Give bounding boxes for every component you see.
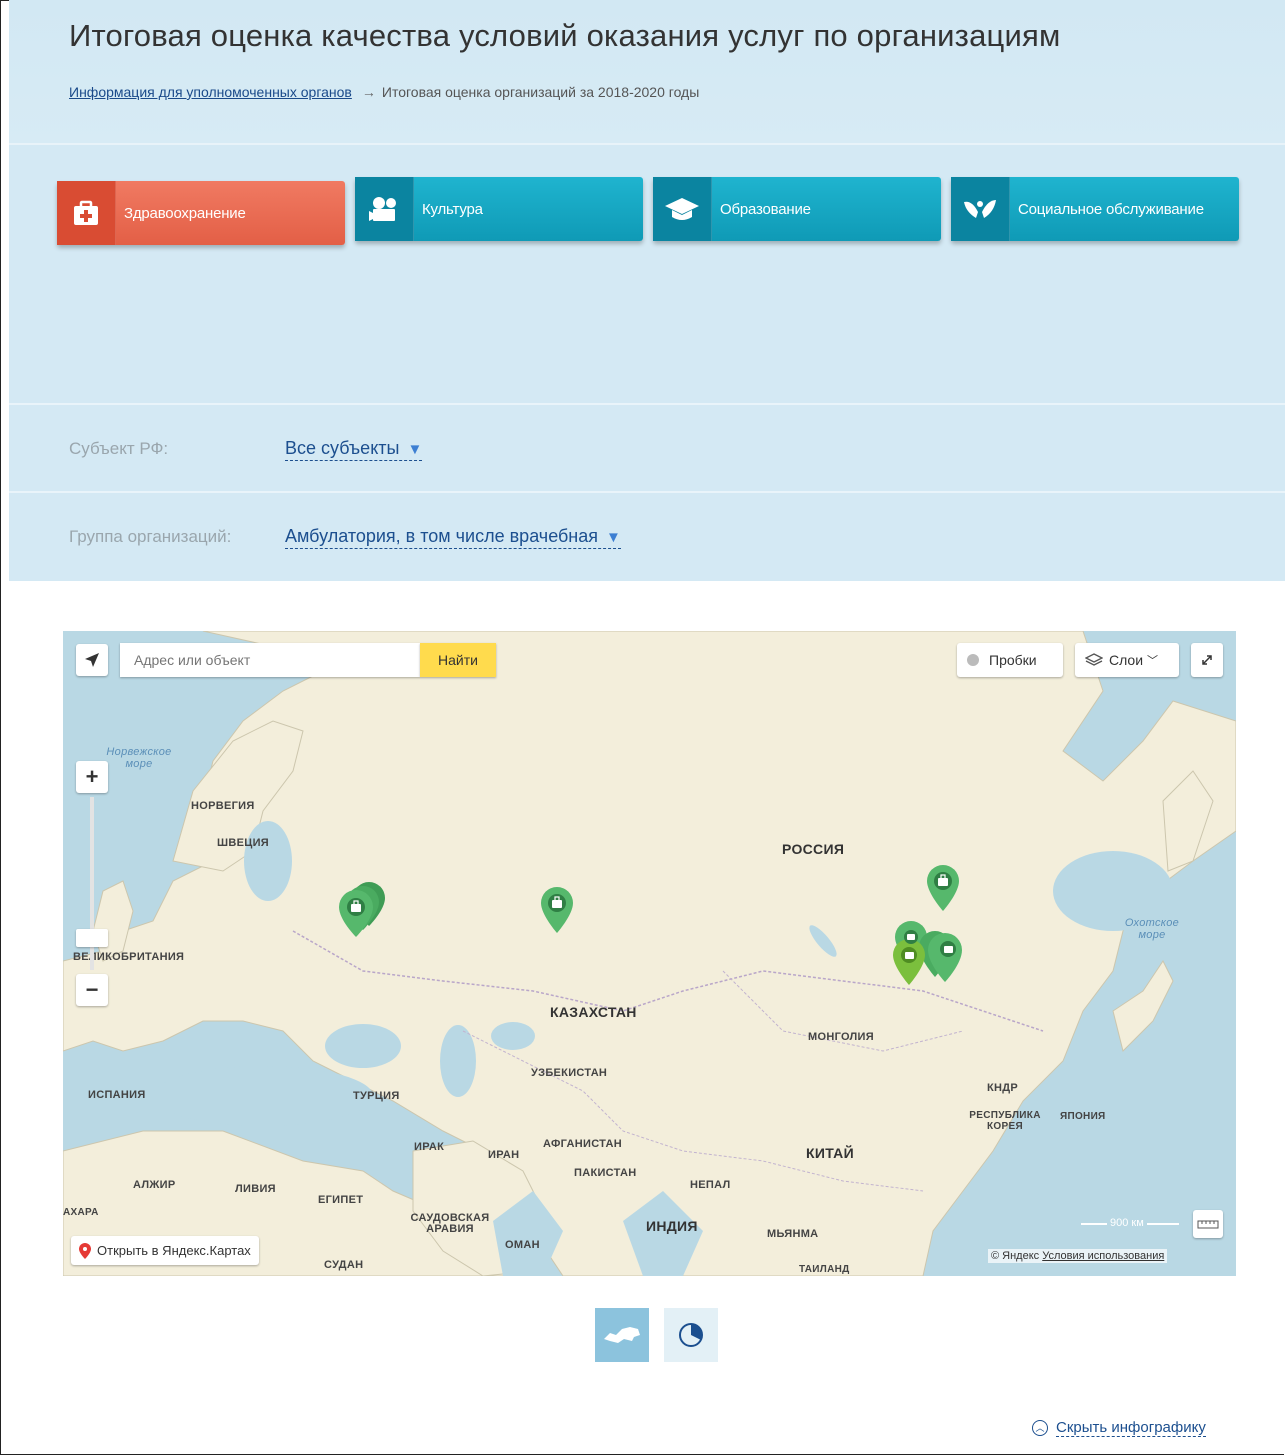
ruler-button[interactable] [1193, 1210, 1223, 1238]
fullscreen-button[interactable] [1191, 643, 1223, 677]
open-in-yandex-link[interactable]: Открыть в Яндекс.Картах [71, 1236, 259, 1265]
view-map-button[interactable] [595, 1308, 649, 1362]
map-label-russia: РОССИЯ [782, 841, 845, 857]
map-marker-volga[interactable] [539, 885, 579, 939]
map-label-china: КИТАЙ [806, 1145, 854, 1161]
layers-icon [1085, 653, 1103, 666]
map-label-nepal: НЕПАЛ [690, 1179, 731, 1191]
map-label-india: ИНДИЯ [646, 1218, 698, 1234]
map-label-iran: ИРАН [488, 1149, 520, 1161]
group-dropdown[interactable]: Амбулатория, в том числе врачебная ▼ [285, 526, 621, 549]
open-in-yandex-label: Открыть в Яндекс.Картах [97, 1243, 251, 1258]
map-label-afghanistan: АФГАНИСТАН [543, 1138, 622, 1150]
terms-link[interactable]: Условия использования [1042, 1250, 1164, 1262]
navigation-arrow-icon [85, 653, 99, 667]
expand-icon [1202, 655, 1212, 665]
map-label-egypt: ЕГИПЕТ [318, 1194, 364, 1206]
zoom-in-button[interactable]: + [76, 761, 108, 793]
traffic-button[interactable]: Пробки [957, 643, 1063, 677]
page-title: Итоговая оценка качества условий оказани… [69, 18, 1061, 53]
filter-subject-label: Субъект РФ: [69, 439, 169, 458]
layers-button[interactable]: Слои ﹀ [1075, 643, 1179, 677]
theater-camera-icon [355, 177, 414, 241]
map-label-sahara: АХАРА [63, 1207, 99, 1218]
breadcrumb: Информация для уполномоченных органов → Ит… [69, 84, 699, 100]
map-pin-icon [79, 1242, 91, 1259]
subject-value: Все субъекты [285, 438, 400, 458]
ruler-icon [1197, 1220, 1219, 1229]
sector-label: Образование [720, 200, 811, 218]
group-value: Амбулатория, в том числе врачебная [285, 526, 599, 546]
map-label-myanmar: МЬЯНМА [767, 1228, 819, 1240]
sector-panel: Здравоохранение Культура Образование Соц… [9, 145, 1285, 405]
map-label-norway: НОРВЕГИЯ [191, 800, 255, 812]
map-label-japan: ЯПОНИЯ [1060, 1111, 1106, 1122]
zoom-out-button[interactable]: − [76, 974, 108, 1006]
zoom-slider-handle[interactable] [76, 929, 108, 947]
map-label-libya: ЛИВИЯ [235, 1183, 276, 1195]
map-marker-cluster-moscow[interactable] [329, 876, 399, 946]
layers-label: Слои [1109, 652, 1144, 668]
page-header: Итоговая оценка качества условий оказани… [9, 0, 1285, 145]
pie-chart-icon [679, 1323, 703, 1347]
chevron-down-icon: ﹀ [1147, 655, 1159, 667]
medkit-icon [57, 181, 116, 245]
map-label-saudi-arabia: САУДОВСКАЯ АРАВИЯ [410, 1212, 490, 1235]
map-label-pakistan: ПАКИСТАН [574, 1167, 637, 1179]
map-label-mongolia: МОНГОЛИЯ [808, 1031, 874, 1043]
map-label-sweden: ШВЕЦИЯ [217, 837, 269, 849]
map-label-thailand: ТАИЛАНД [799, 1264, 850, 1275]
map-label-spain: ИСПАНИЯ [88, 1089, 146, 1101]
map-label-dprk: КНДР [987, 1082, 1019, 1094]
arrow-right-icon: → [361, 84, 376, 100]
breadcrumb-link[interactable]: Информация для уполномоченных органов [69, 84, 352, 100]
breadcrumb-current: Итоговая оценка организаций за 2018-2020… [381, 84, 700, 100]
geolocation-button[interactable] [76, 644, 108, 676]
caret-down-icon: ▼ [606, 529, 621, 546]
sector-button-education[interactable]: Образование [653, 177, 941, 241]
map-label-uzbekistan: УЗБЕКИСТАН [531, 1067, 608, 1079]
sector-button-health[interactable]: Здравоохранение [57, 181, 345, 245]
traffic-label: Пробки [989, 652, 1037, 668]
russia-map-icon [604, 1327, 640, 1343]
map-search-input[interactable] [120, 643, 420, 677]
map-label-turkey: ТУРЦИЯ [353, 1090, 400, 1102]
map-label-iraq: ИРАК [414, 1141, 445, 1153]
caret-down-icon: ▼ [407, 441, 423, 458]
find-button[interactable]: Найти [420, 643, 496, 677]
view-chart-button[interactable] [664, 1308, 718, 1362]
map-copyright: © Яндекс Условия использования [988, 1249, 1168, 1263]
hands-heart-icon [951, 177, 1010, 241]
map-label-sudan: СУДАН [324, 1259, 364, 1271]
map-label-norwegian-sea: Норвежское море [106, 746, 172, 770]
filter-group-label: Группа организаций: [69, 527, 232, 546]
map-widget[interactable]: РОССИЯ КАЗАХСТАН МОНГОЛИЯ КИТАЙ ИНДИЯ НО… [63, 631, 1236, 1276]
hide-infographic-label: Скрыть инфографику [1056, 1419, 1206, 1437]
map-label-okhotsk-sea: Охотское море [1124, 917, 1180, 941]
sector-label: Здравоохранение [124, 204, 246, 222]
filter-group: Группа организаций: Амбулатория, в том ч… [9, 493, 1285, 581]
graduation-cap-icon [653, 177, 712, 241]
map-label-oman: ОМАН [505, 1239, 540, 1251]
sector-button-culture[interactable]: Культура [355, 177, 643, 241]
scale-label: 900 км [1107, 1217, 1147, 1229]
map-label-algeria: АЛЖИР [133, 1179, 176, 1191]
filter-subject: Субъект РФ: Все субъекты ▼ [9, 405, 1285, 493]
map-label-korea: РЕСПУБЛИКА КОРЕЯ [969, 1110, 1041, 1132]
sector-button-social[interactable]: Социальное обслуживание [951, 177, 1239, 241]
map-canvas[interactable] [63, 631, 1236, 1276]
map-label-kazakhstan: КАЗАХСТАН [550, 1004, 637, 1020]
copyright-text: © Яндекс [991, 1250, 1040, 1262]
map-marker-siberia-north[interactable] [925, 863, 965, 917]
subject-dropdown[interactable]: Все субъекты ▼ [285, 438, 423, 461]
collapse-circle-icon: ︿ [1032, 1420, 1048, 1437]
hide-infographic-link[interactable]: ︿ Скрыть инфографику [1032, 1419, 1206, 1437]
sector-label: Социальное обслуживание [1018, 200, 1204, 218]
traffic-light-icon [967, 654, 979, 666]
map-marker-cluster-irkutsk[interactable] [887, 919, 973, 999]
sector-label: Культура [422, 200, 483, 218]
